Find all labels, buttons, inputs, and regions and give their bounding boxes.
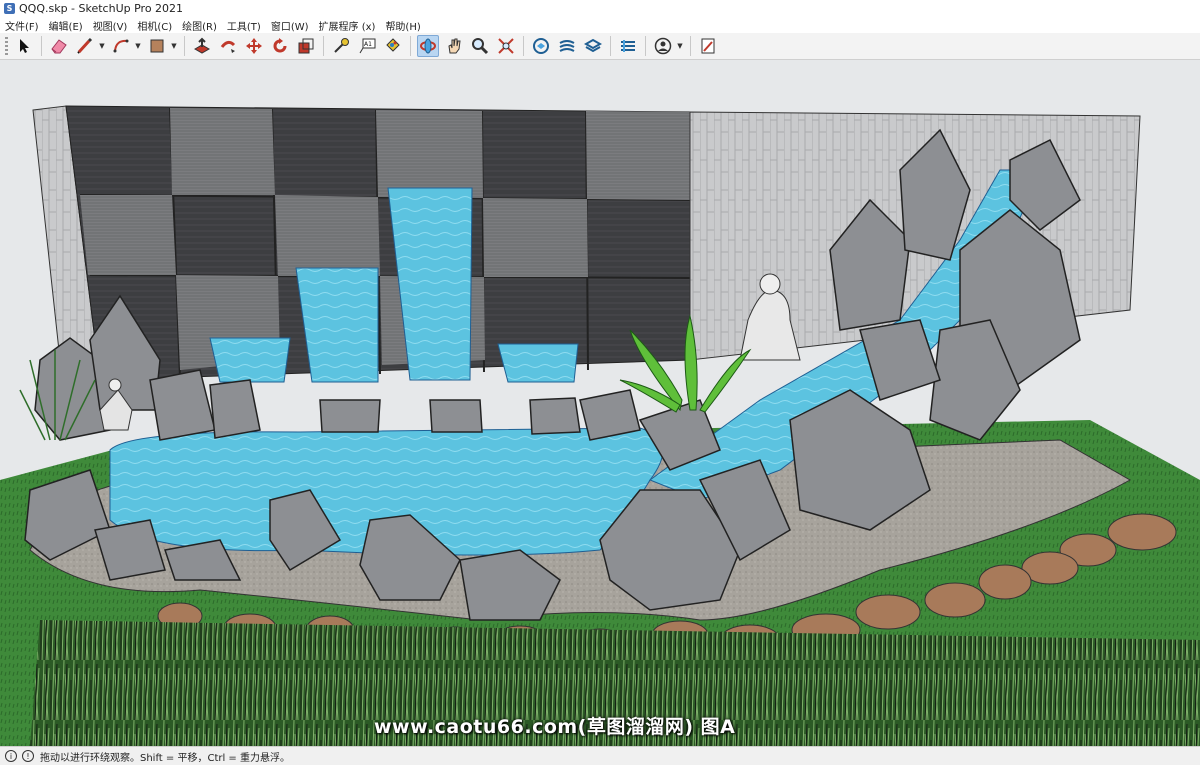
pan-icon <box>448 38 461 54</box>
info-icon[interactable]: i <box>5 750 17 762</box>
eraser-tool-button[interactable] <box>48 35 70 57</box>
line-tool-button[interactable] <box>74 35 96 57</box>
orbit-icon <box>420 38 436 54</box>
pan-tool-button[interactable] <box>443 35 465 57</box>
scale-icon <box>298 38 314 54</box>
arc-icon <box>113 39 129 53</box>
rock <box>319 399 381 433</box>
extension-warehouse-icon <box>559 40 575 52</box>
account-icon <box>654 37 672 55</box>
paint-bucket-tool-button[interactable] <box>382 35 404 57</box>
hint-icon[interactable]: ! <box>22 750 34 762</box>
status-text: 拖动以进行环绕观察。Shift = 平移，Ctrl = 重力悬浮。 <box>40 752 290 764</box>
push-pull-icon <box>193 37 211 54</box>
extension-manager-button[interactable] <box>617 35 639 57</box>
move-icon <box>246 38 262 54</box>
shape-tool-dropdown[interactable]: ▼ <box>170 35 178 57</box>
toolbar-separator <box>184 36 185 56</box>
line-tool-dropdown[interactable]: ▼ <box>98 35 106 57</box>
toolbar-separator <box>645 36 646 56</box>
rock <box>429 399 483 433</box>
layout-send-button[interactable] <box>582 35 604 57</box>
status-bar: i ! 拖动以进行环绕观察。Shift = 平移，Ctrl = 重力悬浮。 <box>0 746 1200 765</box>
extension-manager-icon <box>621 40 635 52</box>
toolbar-separator <box>41 36 42 56</box>
garden-scene[interactable] <box>0 60 1200 746</box>
window-title: QQQ.skp - SketchUp Pro 2021 <box>19 2 184 15</box>
tape-measure-icon <box>334 38 349 53</box>
menu-help[interactable]: 帮助(H) <box>380 18 425 33</box>
menu-window[interactable]: 窗口(W) <box>266 18 314 33</box>
toolbar-grip[interactable] <box>5 37 8 55</box>
text-tool-button[interactable]: A1 <box>356 35 378 57</box>
move-tool-button[interactable] <box>243 35 265 57</box>
select-arrow-icon <box>20 39 29 53</box>
rock <box>579 389 641 441</box>
svg-text:A1: A1 <box>364 41 372 48</box>
menu-edit[interactable]: 编辑(E) <box>44 18 88 33</box>
menu-bar: 文件(F) 编辑(E) 视图(V) 相机(C) 绘图(R) 工具(T) 窗口(W… <box>0 17 1200 33</box>
sketchup-app-icon: S <box>4 3 15 14</box>
model-info-icon <box>701 38 715 54</box>
3d-warehouse-button[interactable] <box>530 35 552 57</box>
menu-draw[interactable]: 绘图(R) <box>177 18 222 33</box>
rotate-tool-button[interactable] <box>269 35 291 57</box>
menu-camera[interactable]: 相机(C) <box>132 18 177 33</box>
zoom-extents-tool-button[interactable] <box>495 35 517 57</box>
menu-extensions[interactable]: 扩展程序 (x) <box>314 18 381 33</box>
3d-warehouse-icon <box>533 38 549 54</box>
text-icon: A1 <box>359 38 376 54</box>
layout-send-icon <box>584 38 602 53</box>
account-dropdown[interactable]: ▼ <box>676 35 684 57</box>
zoom-tool-button[interactable] <box>469 35 491 57</box>
toolbar-separator <box>610 36 611 56</box>
model-viewport[interactable]: www.caotu66.com(草图溜溜网) 图A <box>0 60 1200 746</box>
extension-warehouse-button[interactable] <box>556 35 578 57</box>
select-tool-button[interactable] <box>13 35 35 57</box>
main-toolbar: ▼ ▼ ▼ A1 ▼ <box>0 33 1200 60</box>
follow-me-icon <box>220 40 236 53</box>
toolbar-separator <box>410 36 411 56</box>
scale-tool-button[interactable] <box>295 35 317 57</box>
model-info-button[interactable] <box>697 35 719 57</box>
follow-me-tool-button[interactable] <box>217 35 239 57</box>
toolbar-separator <box>523 36 524 56</box>
paint-bucket-icon <box>386 38 400 52</box>
title-bar: S QQQ.skp - SketchUp Pro 2021 <box>0 0 1200 17</box>
watermark-text: www.caotu66.com(草图溜溜网) 图A <box>374 716 736 738</box>
shape-tool-button[interactable] <box>146 35 168 57</box>
rock <box>529 397 581 435</box>
arc-tool-button[interactable] <box>110 35 132 57</box>
pencil-line-icon <box>77 37 93 54</box>
menu-view[interactable]: 视图(V) <box>88 18 133 33</box>
eraser-icon <box>51 39 67 54</box>
toolbar-separator <box>690 36 691 56</box>
menu-tools[interactable]: 工具(T) <box>222 18 266 33</box>
rectangle-shape-icon <box>150 39 164 53</box>
toolbar-separator <box>323 36 324 56</box>
orbit-tool-button[interactable] <box>417 35 439 57</box>
rotate-icon <box>273 38 287 53</box>
zoom-icon <box>472 38 489 55</box>
tape-measure-tool-button[interactable] <box>330 35 352 57</box>
menu-file[interactable]: 文件(F) <box>0 18 44 33</box>
zoom-extents-icon <box>498 38 514 54</box>
arc-tool-dropdown[interactable]: ▼ <box>134 35 142 57</box>
rock <box>209 379 261 439</box>
push-pull-tool-button[interactable] <box>191 35 213 57</box>
rock <box>149 369 216 441</box>
account-button[interactable] <box>652 35 674 57</box>
